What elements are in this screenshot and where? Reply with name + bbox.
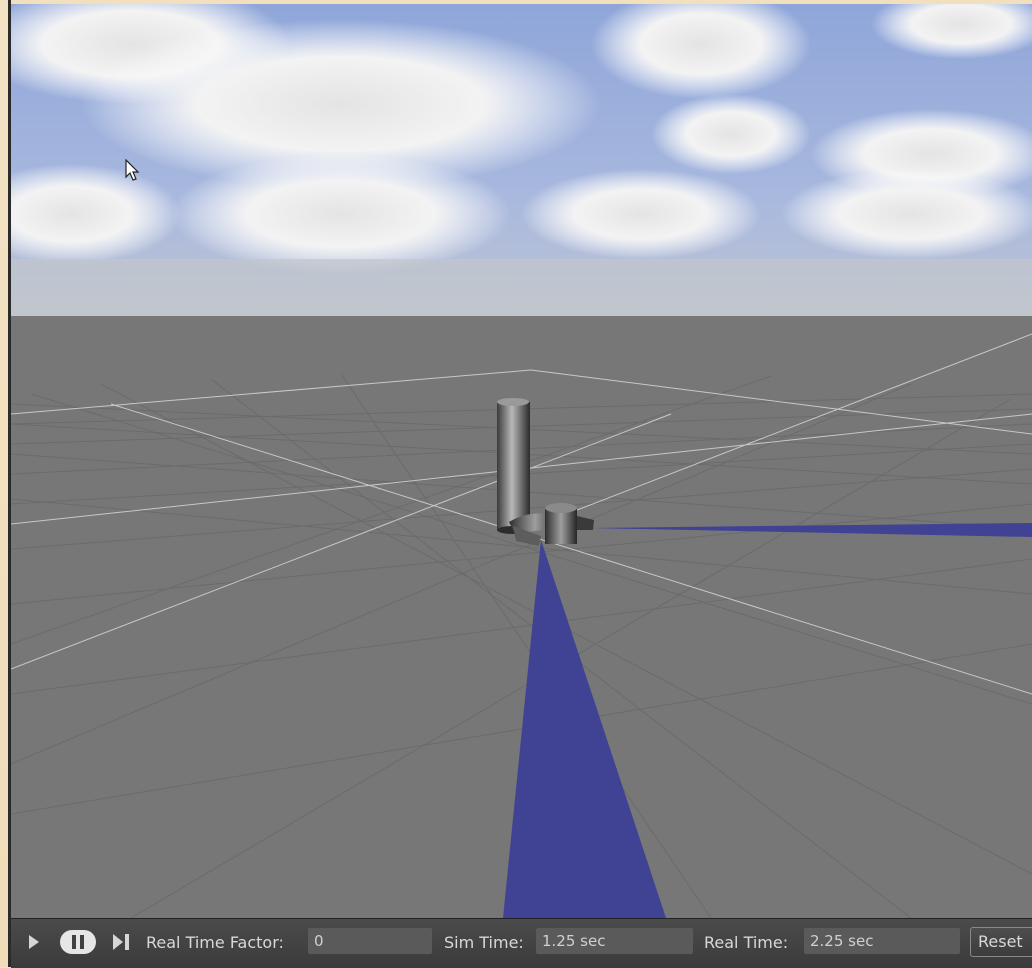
pause-button[interactable]: [56, 930, 100, 954]
play-button[interactable]: [25, 930, 43, 954]
reset-button[interactable]: Reset: [970, 927, 1032, 957]
mouse-cursor-icon: [125, 159, 140, 181]
step-button[interactable]: [111, 930, 131, 954]
real-time-factor-value: 0: [308, 928, 432, 954]
play-icon: [29, 935, 39, 949]
3d-viewport[interactable]: [11, 4, 1032, 918]
real-time-factor-label: Real Time Factor:: [146, 933, 284, 952]
sim-time-label: Sim Time:: [444, 933, 524, 952]
real-time-value: 2.25 sec: [804, 928, 960, 954]
sim-time-value: 1.25 sec: [536, 928, 693, 954]
real-time-label: Real Time:: [704, 933, 789, 952]
step-icon: [113, 934, 129, 950]
simulation-toolbar: Real Time Factor: 0 Sim Time: 1.25 sec R…: [11, 918, 1032, 968]
pause-icon: [60, 930, 96, 954]
scene-render: [11, 4, 1032, 918]
